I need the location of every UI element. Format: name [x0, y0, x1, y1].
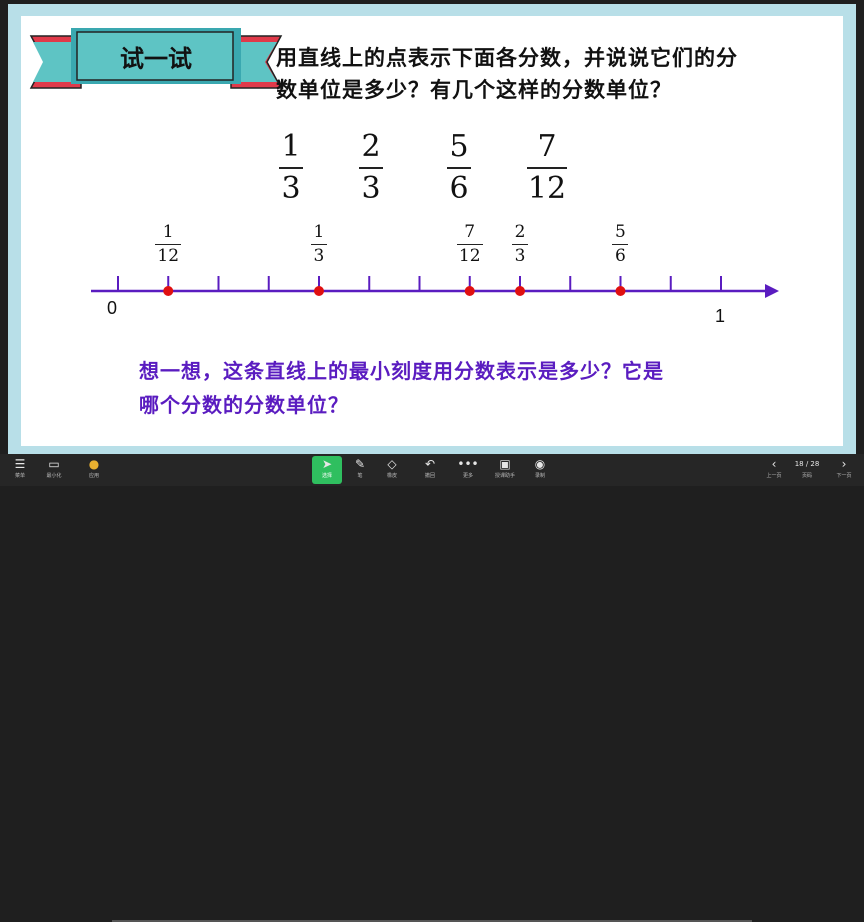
tools-button[interactable]: ▣ 授课助手	[490, 456, 520, 484]
menu-button[interactable]: ☰ 菜单	[8, 456, 32, 484]
label-bar	[155, 244, 182, 245]
number-line-arrow	[765, 284, 779, 298]
tools-icon: ▣	[499, 457, 511, 471]
menu-label: 菜单	[14, 473, 25, 479]
zero-label: 0	[107, 298, 118, 318]
label-numerator: 1	[162, 222, 174, 242]
undo-icon: ↶	[424, 457, 436, 471]
cursor-icon: ➤	[321, 457, 333, 471]
record-button[interactable]: ◉ 录制	[528, 456, 552, 484]
prev-page-button[interactable]: ‹ 上一页	[762, 456, 786, 484]
tools-label: 授课助手	[494, 473, 515, 479]
more-button[interactable]: ••• 更多	[456, 456, 480, 484]
label-denominator: 12	[458, 246, 481, 266]
number-line-point	[515, 286, 526, 296]
page-indicator-label: 页码	[801, 473, 812, 479]
menu-icon: ☰	[14, 457, 26, 471]
label-numerator: 2	[514, 222, 526, 242]
page-indicator[interactable]: 18 / 28 页码	[792, 456, 822, 484]
chevron-right-icon: ›	[841, 457, 847, 471]
number-line	[91, 276, 779, 298]
pen-icon: ✎	[354, 457, 366, 471]
slide-page: 试一试 用直线上的点表示下面各分数，并说说它们的分 数单位是多少？有几个这样的分…	[21, 16, 843, 446]
more-icon: •••	[457, 457, 479, 471]
pen-tool-button[interactable]: ✎ 笔	[348, 456, 372, 484]
prev-page-label: 上一页	[766, 473, 782, 479]
next-page-label: 下一页	[836, 473, 852, 479]
eraser-label: 橡皮	[386, 473, 397, 479]
chevron-left-icon: ‹	[771, 457, 777, 471]
next-page-button[interactable]: › 下一页	[832, 456, 856, 484]
number-line-point	[163, 286, 174, 296]
label-denominator: 6	[615, 246, 626, 266]
app-label: 应用	[88, 473, 99, 479]
record-icon: ◉	[534, 457, 546, 471]
label-denominator: 3	[514, 246, 526, 266]
bottom-toolbar: ☰ 菜单 ▭ 最小化 ● 应用 ➤ 选择 ✎ 笔 ◇ 橡皮 ↶ 撤回 ••• 更…	[0, 454, 864, 922]
number-line-point	[464, 286, 475, 296]
minimize-icon: ▭	[48, 457, 60, 471]
eraser-icon: ◇	[387, 457, 397, 471]
point-label: 5 6	[612, 222, 629, 266]
minimize-button[interactable]: ▭ 最小化	[40, 456, 68, 484]
record-label: 录制	[534, 473, 545, 479]
page-indicator-text: 18 / 28	[794, 460, 820, 468]
label-numerator: 1	[313, 222, 325, 242]
pen-label: 笔	[357, 473, 363, 479]
undo-button[interactable]: ↶ 撤回	[418, 456, 442, 484]
eraser-tool-button[interactable]: ◇ 橡皮	[380, 456, 404, 484]
label-numerator: 7	[464, 222, 476, 242]
label-bar	[310, 244, 327, 245]
app-icon: ●	[88, 457, 100, 471]
app-button[interactable]: ● 应用	[80, 456, 108, 484]
select-tool-button[interactable]: ➤ 选择	[312, 456, 342, 484]
think-line-2: 哪个分数的分数单位？	[139, 393, 349, 417]
number-line-point	[615, 286, 626, 296]
one-label: 1	[715, 306, 726, 326]
point-label: 1 12	[155, 222, 182, 266]
label-numerator: 5	[615, 222, 626, 242]
select-label: 选择	[321, 473, 332, 479]
slide-frame: 试一试 用直线上的点表示下面各分数，并说说它们的分 数单位是多少？有几个这样的分…	[8, 4, 856, 454]
undo-label: 撤回	[424, 473, 435, 479]
point-label: 1 3	[310, 222, 327, 266]
label-denominator: 12	[157, 246, 180, 266]
point-label: 2 3	[512, 222, 529, 266]
label-denominator: 3	[313, 246, 325, 266]
label-bar	[512, 244, 529, 245]
minimize-label: 最小化	[46, 473, 62, 479]
label-bar	[456, 244, 483, 245]
label-bar	[612, 244, 629, 245]
point-label: 7 12	[456, 222, 483, 266]
think-line-1: 想一想，这条直线上的最小刻度用分数表示是多少？它是	[139, 359, 664, 383]
more-label: 更多	[462, 473, 473, 479]
number-line-point	[313, 286, 324, 296]
